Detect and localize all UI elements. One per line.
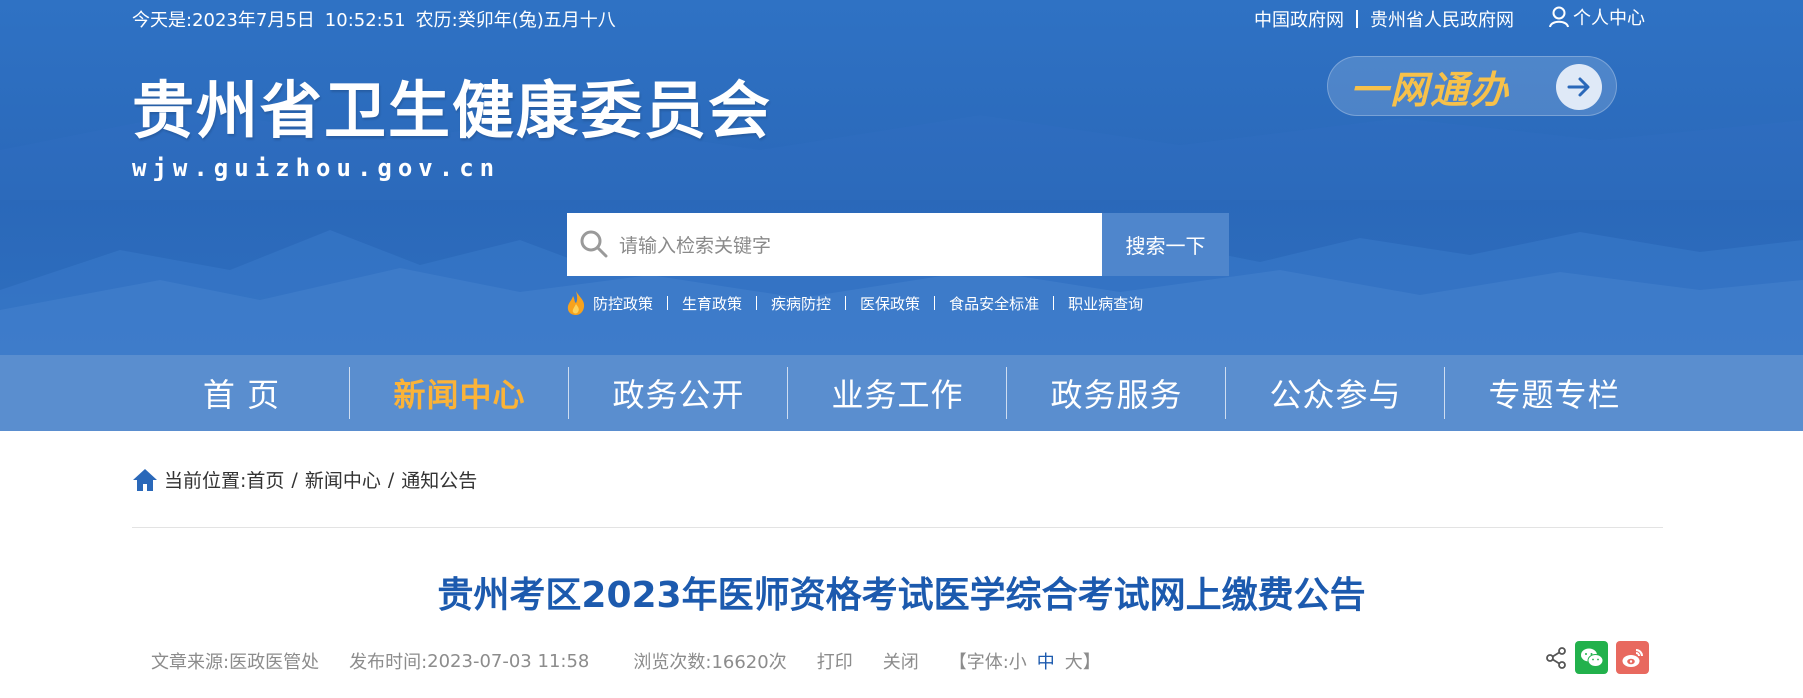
main-nav: 首 页 新闻中心 政务公开 业务工作 政务服务 公众参与 专题专栏 — [0, 355, 1803, 431]
hot-link-disease-control[interactable]: 疾病防控 — [771, 293, 831, 314]
hot-link-fertility-policy[interactable]: 生育政策 — [682, 293, 742, 314]
site-logo[interactable]: 贵州省卫生健康委员会 wjw.guizhou.gov.cn — [132, 74, 773, 183]
logo-domain: wjw.guizhou.gov.cn — [132, 154, 501, 182]
share-icon[interactable] — [1545, 646, 1567, 669]
close-button[interactable]: 关闭 — [883, 648, 919, 674]
views-label: 浏览次数: — [633, 652, 712, 673]
hot-link-insurance-policy[interactable]: 医保政策 — [860, 293, 920, 314]
nav-home[interactable]: 首 页 — [132, 355, 351, 431]
views-value: 16620次 — [711, 652, 787, 673]
article-title: 贵州考区2023年医师资格考试医学综合考试网上缴费公告 — [437, 575, 1366, 616]
font-size-medium[interactable]: 中 — [1037, 648, 1055, 674]
home-icon — [133, 468, 157, 491]
lunar-value: 癸卯年(兔)五月十八 — [457, 10, 616, 31]
source-label: 文章来源: — [151, 652, 230, 673]
font-size-small[interactable]: 小 — [1009, 648, 1027, 674]
print-button[interactable]: 打印 — [817, 648, 853, 674]
weibo-share-button[interactable] — [1616, 641, 1649, 674]
breadcrumb-notices[interactable]: 通知公告 — [401, 466, 477, 493]
breadcrumb-separator: / — [387, 468, 395, 491]
source-value: 医政医管处 — [229, 652, 320, 673]
user-icon — [1549, 6, 1569, 28]
top-links: 中国政府网 贵州省人民政府网 — [1254, 6, 1514, 32]
nav-public-participation[interactable]: 公众参与 — [1226, 355, 1445, 431]
breadcrumb-separator: / — [291, 468, 298, 491]
search-box — [567, 213, 1102, 278]
font-size-large[interactable]: 大】 — [1065, 648, 1101, 674]
divider — [667, 296, 669, 310]
divider — [1053, 296, 1055, 310]
breadcrumb-label: 当前位置: — [164, 470, 247, 492]
nav-special-topics[interactable]: 专题专栏 — [1445, 355, 1664, 431]
user-center-label: 个人中心 — [1573, 8, 1645, 29]
divider — [1356, 10, 1358, 28]
header-banner: 今天是:2023年7月5日 10:52:51 农历:癸卯年(兔)五月十八 中国政府网… — [0, 0, 1803, 355]
hot-link-prevention-policy[interactable]: 防控政策 — [593, 293, 653, 314]
divider — [756, 296, 758, 310]
nav-news-center[interactable]: 新闻中心 — [350, 355, 569, 431]
one-stop-service-label: 一网通办 — [1350, 66, 1511, 112]
divider — [934, 296, 936, 310]
share-bar — [1545, 641, 1649, 674]
date-display: 今天是:2023年7月5日 10:52:51 农历:癸卯年(兔)五月十八 — [132, 6, 616, 32]
breadcrumb-news-center[interactable]: 新闻中心 — [305, 466, 381, 493]
published-value: 2023-07-03 11:58 — [427, 650, 590, 672]
breadcrumb: 当前位置: 首页 / 新闻中心 / 通知公告 — [132, 466, 477, 493]
wechat-icon — [1580, 648, 1603, 667]
nav-government-services[interactable]: 政务服务 — [1007, 355, 1226, 431]
fire-icon — [567, 291, 585, 315]
breadcrumb-home[interactable]: 首页 — [246, 466, 284, 493]
search-input[interactable] — [617, 213, 1091, 278]
search-icon — [580, 230, 608, 258]
divider — [132, 527, 1663, 528]
nav-business-work[interactable]: 业务工作 — [788, 355, 1007, 431]
search-button[interactable]: 搜索一下 — [1102, 213, 1229, 276]
nav-government-affairs[interactable]: 政务公开 — [569, 355, 788, 431]
date-label: 今天是: — [132, 10, 193, 31]
link-china-gov[interactable]: 中国政府网 — [1254, 6, 1344, 32]
wechat-share-button[interactable] — [1575, 641, 1608, 674]
logo-chinese: 贵州省卫生健康委员会 — [132, 74, 773, 147]
article-meta: 文章来源: 医政医管处 发布时间: 2023-07-03 11:58 浏览次数:… — [151, 648, 1651, 674]
divider — [845, 296, 847, 310]
date-value: 2023年7月5日 — [192, 10, 315, 31]
link-guizhou-gov[interactable]: 贵州省人民政府网 — [1370, 6, 1514, 32]
font-size-label: 【字体: — [948, 652, 1009, 673]
time-value: 10:52:51 — [324, 10, 406, 31]
weibo-icon — [1622, 648, 1643, 667]
user-center-link[interactable]: 个人中心 — [1549, 4, 1645, 30]
hot-topics: 防控政策 生育政策 疾病防控 医保政策 食品安全标准 职业病查询 — [565, 290, 1143, 316]
hot-link-occupational-disease[interactable]: 职业病查询 — [1068, 293, 1143, 314]
lunar-label: 农历: — [415, 10, 458, 31]
one-stop-service-button[interactable]: 一网通办 — [1327, 56, 1617, 116]
top-bar: 今天是:2023年7月5日 10:52:51 农历:癸卯年(兔)五月十八 中国政府网… — [0, 0, 1803, 34]
published-label: 发布时间: — [349, 652, 428, 673]
hot-link-food-safety[interactable]: 食品安全标准 — [949, 293, 1039, 314]
arrow-right-icon — [1556, 64, 1602, 110]
